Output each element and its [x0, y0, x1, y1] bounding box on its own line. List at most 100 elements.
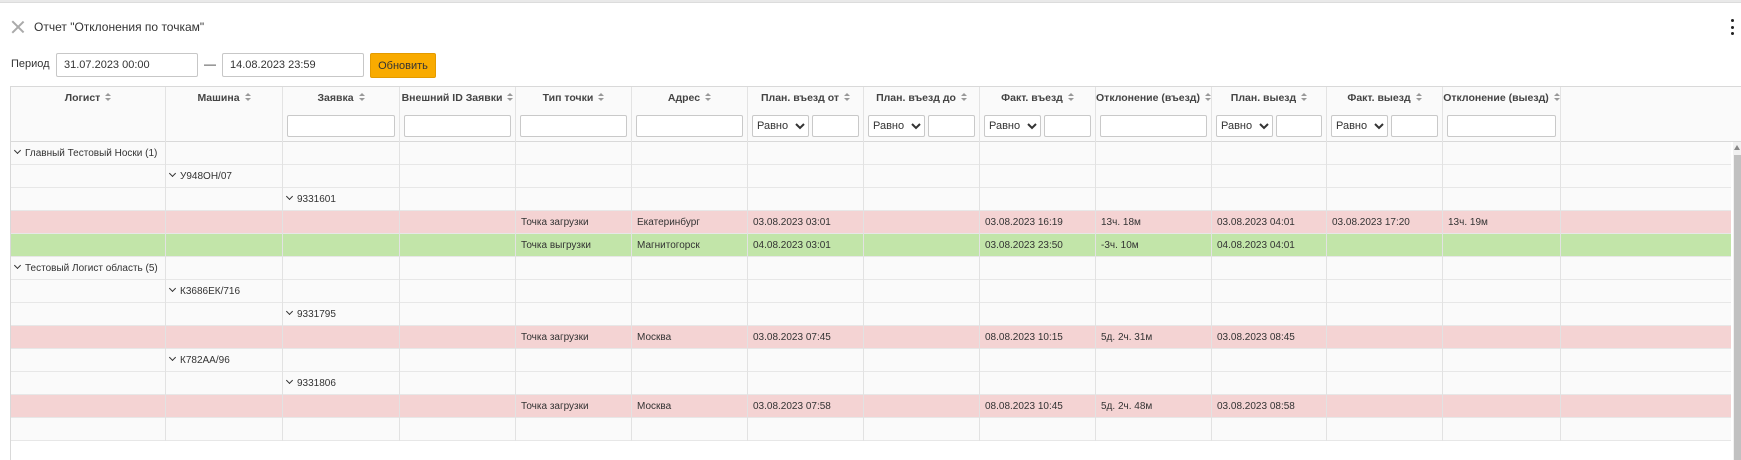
grid-header: Логист Машина Заявка Внешний ID Заявки Тип т… [11, 87, 1741, 142]
group-toggle[interactable]: Главный Тестовый Носки (1) [13, 142, 157, 165]
chevron-down-icon[interactable] [168, 169, 177, 178]
column-title[interactable]: Машина [166, 92, 282, 104]
filter-operator-fact_in[interactable]: Равно [984, 115, 1041, 137]
chevron-down-icon[interactable] [285, 192, 294, 201]
scroll-thumb[interactable] [1734, 155, 1741, 460]
sort-icon[interactable] [1553, 93, 1560, 102]
sort-icon[interactable] [705, 93, 712, 102]
sort-icon[interactable] [105, 93, 112, 102]
chevron-down-icon[interactable] [13, 146, 22, 155]
vertical-scrollbar[interactable] [1733, 142, 1741, 460]
table-cell-plan_in_to [864, 372, 980, 395]
column-title[interactable]: Тип точки [516, 92, 631, 104]
group-row[interactable]: 9331795 [11, 303, 1731, 326]
group-label: К782АА/96 [180, 355, 230, 366]
filter-operator-fact_out[interactable]: Равно [1331, 115, 1388, 137]
chevron-down-icon[interactable] [285, 307, 294, 316]
group-row[interactable]: К3686ЕК/716 [11, 280, 1731, 303]
chevron-down-icon[interactable] [285, 376, 294, 385]
table-cell-fact_out [1327, 303, 1443, 326]
period-from-input[interactable] [56, 53, 198, 77]
table-cell-plan_out [1212, 165, 1327, 188]
column-header-fact_in[interactable]: Факт. въезд Равно [980, 87, 1096, 142]
group-row[interactable]: Тестовый Логист область (5) [11, 257, 1731, 280]
filter-input-ext_id[interactable] [404, 115, 511, 137]
period-to-input[interactable] [222, 53, 364, 77]
table-cell-logist [11, 395, 166, 418]
filter-operator-plan_in_to[interactable]: Равно [868, 115, 925, 137]
filter-value-fact_out[interactable] [1391, 115, 1438, 137]
sort-icon[interactable] [960, 93, 967, 102]
column-title[interactable]: Адрес [632, 92, 747, 104]
chevron-down-icon[interactable] [168, 284, 177, 293]
column-header-address[interactable]: Адрес [632, 87, 748, 142]
table-cell-plan_out: 04.08.2023 04:01 [1212, 234, 1327, 257]
group-toggle[interactable]: 9331601 [285, 188, 336, 211]
filter-input-point_type[interactable] [520, 115, 627, 137]
sort-icon[interactable] [598, 93, 605, 102]
filter-input-order[interactable] [287, 115, 395, 137]
column-header-ext_id[interactable]: Внешний ID Заявки [400, 87, 516, 142]
group-toggle[interactable]: К3686ЕК/716 [168, 280, 240, 303]
table-cell-fact_out [1327, 372, 1443, 395]
column-title[interactable]: Факт. выезд [1327, 92, 1442, 104]
column-title[interactable]: Отклонение (въезд) [1096, 92, 1211, 104]
scroll-up-icon[interactable] [1734, 145, 1740, 150]
column-title[interactable]: Факт. въезд [980, 92, 1095, 104]
chevron-down-icon[interactable] [168, 353, 177, 362]
filter-operator-plan_in_from[interactable]: Равно [752, 115, 809, 137]
column-title[interactable]: Отклонение (выезд) [1443, 92, 1560, 104]
column-header-point_type[interactable]: Тип точки [516, 87, 632, 142]
refresh-button[interactable]: Обновить [370, 53, 436, 78]
sort-icon[interactable] [244, 93, 251, 102]
table-cell-car [166, 418, 283, 441]
table-cell-plan_in_to [864, 142, 980, 165]
close-icon[interactable] [11, 20, 24, 33]
column-title[interactable]: Внешний ID Заявки [400, 92, 515, 104]
filter-input-dev_out[interactable] [1447, 115, 1556, 137]
column-header-fact_out[interactable]: Факт. выезд Равно [1327, 87, 1443, 142]
sort-icon[interactable] [1415, 93, 1422, 102]
group-toggle[interactable]: Тестовый Логист область (5) [13, 257, 158, 280]
table-cell-point_type: Точка загрузки [516, 326, 632, 349]
group-toggle[interactable]: К782АА/96 [168, 349, 230, 372]
filter-value-plan_in_to[interactable] [928, 115, 975, 137]
table-cell-logist [11, 349, 166, 372]
filter-value-fact_in[interactable] [1044, 115, 1091, 137]
table-cell-plan_in_to [864, 234, 980, 257]
group-row[interactable]: У948ОН/07 [11, 165, 1731, 188]
chevron-down-icon[interactable] [13, 261, 22, 270]
sort-icon[interactable] [844, 93, 851, 102]
column-header-order[interactable]: Заявка [283, 87, 400, 142]
column-header-car[interactable]: Машина [166, 87, 283, 142]
sort-icon[interactable] [507, 93, 514, 102]
column-title[interactable]: Заявка [283, 92, 399, 104]
column-header-plan_in_from[interactable]: План. въезд от Равно [748, 87, 864, 142]
group-toggle[interactable]: 9331795 [285, 303, 336, 326]
column-title[interactable]: План. выезд [1212, 92, 1326, 104]
group-row[interactable]: Главный Тестовый Носки (1) [11, 142, 1731, 165]
filter-operator-plan_out[interactable]: Равно [1216, 115, 1273, 137]
filter-input-address[interactable] [636, 115, 743, 137]
filter-input-dev_in[interactable] [1100, 115, 1207, 137]
filter-value-plan_in_from[interactable] [812, 115, 859, 137]
column-header-dev_in[interactable]: Отклонение (въезд) [1096, 87, 1212, 142]
filter-value-plan_out[interactable] [1276, 115, 1322, 137]
column-title[interactable]: Логист [11, 92, 165, 104]
column-title[interactable]: План. въезд до [864, 92, 979, 104]
group-toggle[interactable]: 9331806 [285, 372, 336, 395]
column-header-plan_out[interactable]: План. выезд Равно [1212, 87, 1327, 142]
sort-icon[interactable] [1301, 93, 1308, 102]
group-row[interactable]: 9331601 [11, 188, 1731, 211]
sort-icon[interactable] [1204, 93, 1211, 102]
group-row[interactable]: К782АА/96 [11, 349, 1731, 372]
column-header-dev_out[interactable]: Отклонение (выезд) [1443, 87, 1561, 142]
column-title[interactable]: План. въезд от [748, 92, 863, 104]
group-row[interactable]: 9331806 [11, 372, 1731, 395]
group-toggle[interactable]: У948ОН/07 [168, 165, 232, 188]
sort-icon[interactable] [358, 93, 365, 102]
column-header-logist[interactable]: Логист [11, 87, 166, 142]
sort-icon[interactable] [1067, 93, 1074, 102]
column-header-plan_in_to[interactable]: План. въезд до Равно [864, 87, 980, 142]
kebab-menu-icon[interactable] [1729, 19, 1735, 35]
